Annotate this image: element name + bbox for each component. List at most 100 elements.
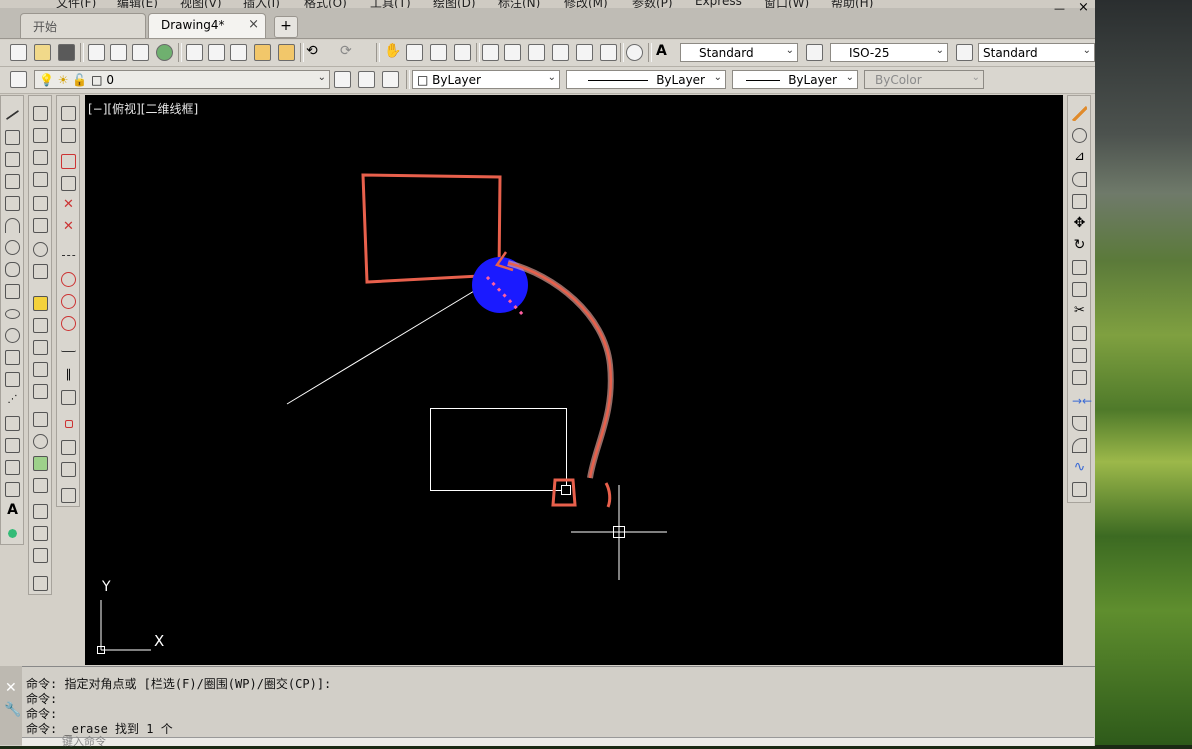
- revision-cloud-icon[interactable]: [5, 262, 20, 277]
- gradient-icon[interactable]: [5, 438, 20, 453]
- ordinate-dim-icon[interactable]: [33, 172, 48, 187]
- region-icon[interactable]: [5, 460, 20, 475]
- snap-quadrant-icon[interactable]: [61, 294, 76, 309]
- array-icon[interactable]: [1072, 194, 1087, 209]
- snap-tangent-icon[interactable]: [61, 316, 76, 331]
- quick-dim-icon[interactable]: [33, 296, 48, 311]
- menu-modify[interactable]: 修改(M): [564, 0, 608, 8]
- help-icon[interactable]: [626, 44, 643, 61]
- linear-dim-icon[interactable]: [33, 106, 48, 121]
- multiline-text-icon[interactable]: A: [5, 503, 20, 519]
- mirror-icon[interactable]: ⊿: [1072, 150, 1087, 165]
- lineweight-select[interactable]: ByLayer ⌄: [732, 70, 858, 89]
- menu-file[interactable]: 文件(F): [56, 0, 96, 8]
- snap-from-icon[interactable]: [61, 128, 76, 143]
- drawn-rectangle[interactable]: [430, 408, 567, 491]
- tab-drawing4[interactable]: Drawing4* ×: [148, 13, 266, 38]
- line-icon[interactable]: [5, 109, 20, 121]
- table-icon[interactable]: [5, 482, 20, 497]
- add-selected-icon[interactable]: [5, 526, 20, 541]
- erase-icon[interactable]: [1072, 106, 1087, 121]
- snap-extension-icon[interactable]: [61, 254, 76, 256]
- drawn-line[interactable]: [286, 281, 490, 405]
- layer-manager-icon[interactable]: [10, 71, 27, 88]
- spline-icon[interactable]: [5, 284, 20, 299]
- zoom-window-icon[interactable]: [430, 44, 447, 61]
- menu-express[interactable]: Express: [695, 0, 742, 8]
- layer-previous-icon[interactable]: [358, 71, 375, 88]
- radius-dim-icon[interactable]: [33, 196, 48, 211]
- wrench-icon[interactable]: 🔧: [4, 702, 21, 718]
- jogged-dim-icon[interactable]: [33, 218, 48, 233]
- menu-window[interactable]: 窗口(W): [764, 0, 809, 8]
- menu-insert[interactable]: 插入(I): [243, 0, 280, 8]
- temp-track-icon[interactable]: [61, 106, 76, 121]
- inspection-icon[interactable]: [33, 456, 48, 471]
- linetype-select[interactable]: ByLayer ⌄: [566, 70, 726, 89]
- jogged-linear-icon[interactable]: [33, 478, 48, 493]
- tab-start[interactable]: 开始: [20, 13, 146, 38]
- point-icon[interactable]: ⋰: [5, 394, 20, 409]
- publish-icon[interactable]: [132, 44, 149, 61]
- print-preview-icon[interactable]: [110, 44, 127, 61]
- drawing-canvas[interactable]: Y X: [85, 95, 1063, 665]
- arc-length-icon[interactable]: [33, 150, 48, 165]
- close-icon[interactable]: ✕: [5, 680, 17, 696]
- tolerance-icon[interactable]: [33, 412, 48, 427]
- break-icon[interactable]: [1072, 370, 1087, 385]
- close-tab-icon[interactable]: ×: [248, 17, 259, 32]
- snap-node-icon[interactable]: [65, 420, 73, 428]
- redo-icon[interactable]: ⟳: [340, 44, 357, 61]
- copy-object-icon[interactable]: [1072, 128, 1087, 143]
- calculator-icon[interactable]: [600, 44, 617, 61]
- color-select[interactable]: □ ByLayer ⌄: [412, 70, 560, 89]
- dim-edit-icon[interactable]: [33, 504, 48, 519]
- new-file-icon[interactable]: [10, 44, 27, 61]
- dim-update-icon[interactable]: [33, 548, 48, 563]
- table-style-select[interactable]: Standard ⌄: [978, 43, 1095, 62]
- menu-view[interactable]: 视图(V): [180, 0, 222, 8]
- circle-icon[interactable]: [5, 240, 20, 255]
- extend-icon[interactable]: [1072, 326, 1087, 341]
- move-icon[interactable]: ✥: [1072, 216, 1087, 231]
- cut-icon[interactable]: [186, 44, 203, 61]
- rotate-icon[interactable]: ↻: [1072, 238, 1087, 253]
- dim-style-select[interactable]: ISO-25 ⌄: [830, 43, 948, 62]
- layer-state-icon[interactable]: [382, 71, 399, 88]
- menu-format[interactable]: 格式(O): [304, 0, 347, 8]
- open-file-icon[interactable]: [34, 44, 51, 61]
- save-icon[interactable]: [58, 44, 75, 61]
- snap-endpoint-icon[interactable]: [61, 154, 76, 169]
- menu-edit[interactable]: 编辑(E): [117, 0, 158, 8]
- ellipse-icon[interactable]: [5, 309, 20, 319]
- zoom-realtime-icon[interactable]: [406, 44, 423, 61]
- blend-curves-icon[interactable]: ∿: [1072, 460, 1087, 475]
- snap-center-icon[interactable]: [61, 272, 76, 287]
- dim-break-icon[interactable]: [33, 384, 48, 399]
- pan-hand-icon[interactable]: ✋: [384, 44, 401, 61]
- markup-icon[interactable]: [576, 44, 593, 61]
- snap-insert-icon[interactable]: [61, 390, 76, 405]
- arc-icon[interactable]: [5, 218, 20, 233]
- minimize-button[interactable]: —: [1054, 2, 1065, 15]
- paste-icon[interactable]: [230, 44, 247, 61]
- snap-nearest-icon[interactable]: [61, 440, 76, 455]
- polygon-icon[interactable]: [5, 174, 20, 189]
- rectangle-icon[interactable]: [5, 196, 20, 211]
- copy-icon[interactable]: [208, 44, 225, 61]
- text-style-select[interactable]: Standard ⌄: [680, 43, 798, 62]
- viewport-controls[interactable]: [−][俯视][二维线框]: [88, 100, 198, 117]
- menu-dimension[interactable]: 标注(N): [498, 0, 540, 8]
- snap-perpendicular-icon[interactable]: [61, 346, 76, 352]
- offset-icon[interactable]: [1072, 172, 1087, 187]
- baseline-dim-icon[interactable]: [33, 318, 48, 333]
- aligned-dim-icon[interactable]: [33, 128, 48, 143]
- explode-icon[interactable]: [1072, 482, 1087, 497]
- close-window-button[interactable]: ×: [1078, 0, 1089, 15]
- insert-block-icon[interactable]: [5, 350, 20, 365]
- new-tab-button[interactable]: +: [274, 16, 298, 38]
- snap-none-icon[interactable]: [61, 462, 76, 477]
- polyline-icon[interactable]: [5, 152, 20, 167]
- snap-parallel-icon[interactable]: ∥: [61, 368, 76, 383]
- undo-icon[interactable]: ⟲: [306, 44, 323, 61]
